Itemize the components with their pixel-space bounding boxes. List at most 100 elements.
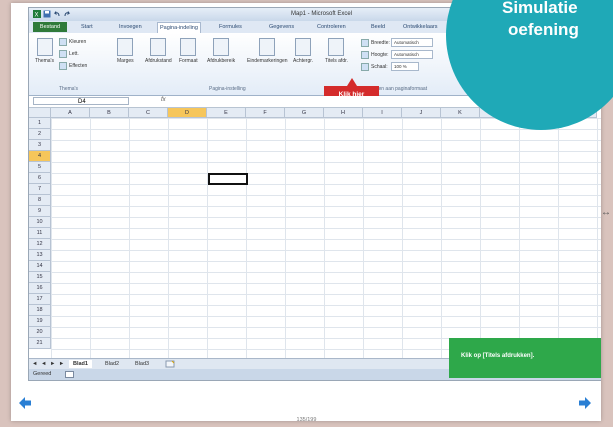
svg-text:X: X (35, 13, 39, 19)
macro-record-icon[interactable] (65, 371, 74, 378)
column-header-H[interactable]: H (324, 108, 363, 118)
print-titles-button[interactable]: Titels afdr. (325, 38, 348, 64)
row-header-5[interactable]: 5 (29, 162, 51, 173)
breaks-icon (259, 38, 276, 56)
row-header-14[interactable]: 14 (29, 261, 51, 272)
width-dropdown[interactable]: Automatisch (391, 38, 433, 47)
page-number: 135/199 (296, 417, 317, 423)
width-label: Breedte: (361, 39, 390, 47)
active-cell[interactable] (208, 173, 248, 185)
colors-icon (59, 38, 67, 46)
tab-insert[interactable]: Invoegen (117, 22, 144, 32)
fonts-button[interactable]: Lett. (59, 50, 79, 58)
row-header-2[interactable]: 2 (29, 129, 51, 140)
row-header-13[interactable]: 13 (29, 250, 51, 261)
fonts-icon (59, 50, 67, 58)
tab-data[interactable]: Gegevens (267, 22, 296, 32)
tab-review[interactable]: Controleren (315, 22, 348, 32)
height-label: Hoogte: (361, 51, 389, 59)
row-header-18[interactable]: 18 (29, 305, 51, 316)
row-header-9[interactable]: 9 (29, 206, 51, 217)
colors-button[interactable]: Kleuren (59, 38, 86, 46)
row-header-11[interactable]: 11 (29, 228, 51, 239)
tab-formulas[interactable]: Formules (217, 22, 244, 32)
resize-cursor-icon: ↔ (601, 207, 611, 218)
column-header-F[interactable]: F (246, 108, 285, 118)
select-all-corner[interactable] (29, 108, 51, 118)
column-header-G[interactable]: G (285, 108, 324, 118)
badge-line-1: Simulatie (502, 0, 578, 17)
tab-file[interactable]: Bestand (33, 22, 67, 32)
column-header-C[interactable]: C (129, 108, 168, 118)
group-label-page-setup: Pagina-instelling (209, 86, 246, 92)
tab-page-layout[interactable]: Pagina-indeling (157, 22, 201, 33)
width-icon (361, 39, 369, 47)
tab-view[interactable]: Beeld (369, 22, 387, 32)
themes-label: Thema's (35, 58, 55, 64)
size-button[interactable]: Formaat (179, 38, 198, 64)
tab-developer[interactable]: Ontwikkelaars (401, 22, 440, 32)
effects-icon (59, 62, 67, 70)
insert-sheet-icon[interactable] (165, 360, 175, 368)
column-header-I[interactable]: I (363, 108, 402, 118)
status-text: Gereed (33, 371, 52, 377)
background-icon (295, 38, 311, 56)
row-header-7[interactable]: 7 (29, 184, 51, 195)
orientation-icon (150, 38, 167, 56)
row-header-4[interactable]: 4 (29, 151, 51, 162)
undo-icon[interactable] (53, 10, 61, 18)
spreadsheet-grid: ABCDEFGHIJKLMN 1234567891011121314151617… (29, 108, 601, 358)
row-header-1[interactable]: 1 (29, 118, 51, 129)
window-title: Map1 - Microsoft Excel (291, 11, 353, 17)
column-header-J[interactable]: J (402, 108, 441, 118)
row-header-12[interactable]: 12 (29, 239, 51, 250)
themes-icon (36, 38, 53, 56)
effects-button[interactable]: Effecten (59, 62, 87, 70)
row-header-10[interactable]: 10 (29, 217, 51, 228)
breaks-button[interactable]: Eindemarkeringen (247, 38, 288, 64)
row-header-15[interactable]: 15 (29, 272, 51, 283)
quick-access-toolbar: X (33, 10, 71, 18)
excel-logo-icon: X (33, 10, 41, 18)
column-header-A[interactable]: A (51, 108, 90, 118)
row-header-16[interactable]: 16 (29, 283, 51, 294)
themes-button[interactable]: Thema's (35, 38, 54, 64)
row-header-8[interactable]: 8 (29, 195, 51, 206)
orientation-button[interactable]: Afdrukstand (145, 38, 172, 64)
sheet-tab-2[interactable]: Blad2 (101, 360, 123, 368)
group-label-themes: Thema's (59, 86, 79, 92)
next-arrow-icon[interactable] (577, 395, 593, 411)
badge-line-2: oefening (508, 20, 579, 39)
background-button[interactable]: Achtergr. (293, 38, 313, 64)
row-header-6[interactable]: 6 (29, 173, 51, 184)
height-icon (361, 51, 369, 59)
column-header-E[interactable]: E (207, 108, 246, 118)
row-header-17[interactable]: 17 (29, 294, 51, 305)
redo-icon[interactable] (63, 10, 71, 18)
print-area-button[interactable]: Afdrukbereik (207, 38, 235, 64)
sheet-nav-arrows[interactable]: ◄ ◄ ► ► (32, 361, 65, 367)
tab-start[interactable]: Start (79, 22, 95, 32)
row-header-3[interactable]: 3 (29, 140, 51, 151)
save-icon[interactable] (43, 10, 51, 18)
sheet-tab-3[interactable]: Blad3 (131, 360, 153, 368)
cell-area[interactable] (51, 118, 601, 358)
column-header-D[interactable]: D (168, 108, 207, 118)
scale-input[interactable]: 100 % (391, 62, 419, 71)
name-box[interactable]: D4 (33, 97, 129, 105)
instruction-hint: Klik op [Titels afdrukken]. (449, 338, 601, 378)
column-header-K[interactable]: K (441, 108, 480, 118)
column-header-B[interactable]: B (90, 108, 129, 118)
size-icon (180, 38, 197, 56)
scale-icon (361, 63, 369, 71)
margins-icon (117, 38, 134, 56)
print-titles-icon (328, 38, 345, 56)
row-header-20[interactable]: 20 (29, 327, 51, 338)
previous-arrow-icon[interactable] (17, 395, 33, 411)
row-header-19[interactable]: 19 (29, 316, 51, 327)
sheet-tab-1[interactable]: Blad1 (69, 360, 92, 368)
fx-icon[interactable]: fx (161, 97, 166, 103)
margins-button[interactable]: Marges (117, 38, 134, 64)
height-dropdown[interactable]: Automatisch (391, 50, 433, 59)
row-header-21[interactable]: 21 (29, 338, 51, 349)
